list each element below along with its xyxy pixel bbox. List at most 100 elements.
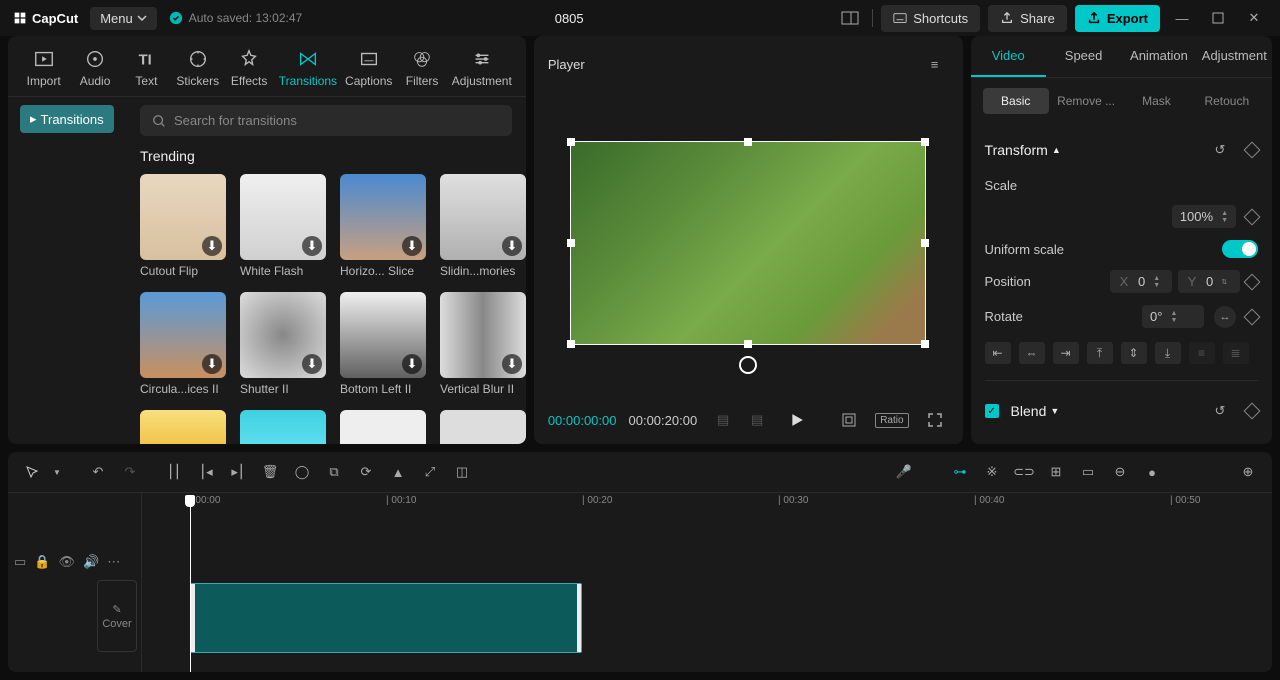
download-icon[interactable]: ⬇ — [402, 236, 422, 256]
timeline-tracks[interactable]: | 00:00 | 00:10 | 00:20 | 00:30 | 00:40 … — [142, 493, 1272, 672]
tab-text[interactable]: TIText — [123, 44, 170, 92]
rotate-input[interactable]: 0°▲▼ — [1142, 305, 1204, 328]
blend-checkbox[interactable]: ✓ — [985, 404, 999, 418]
eye-icon[interactable]: 👁 — [58, 554, 75, 570]
transition-card[interactable] — [240, 410, 326, 444]
uniform-toggle[interactable] — [1222, 240, 1258, 258]
download-icon[interactable]: ⬇ — [202, 236, 222, 256]
transition-card[interactable]: ⬇Horizo... Slice — [340, 174, 426, 278]
tab-transitions[interactable]: Transitions — [277, 44, 339, 92]
rotate-handle[interactable] — [739, 356, 757, 374]
tab-captions[interactable]: Captions — [343, 44, 394, 92]
transform-label[interactable]: Transform ▲ — [985, 142, 1061, 158]
export-button[interactable]: Export — [1075, 5, 1160, 32]
transition-card[interactable]: ⬇Vertical Blur II — [440, 292, 526, 396]
undo-icon[interactable]: ↶ — [84, 458, 112, 486]
mic-icon[interactable]: 🎤 — [890, 458, 918, 486]
redo-icon[interactable]: ↷ — [116, 458, 144, 486]
distribute-v-icon[interactable]: ≣ — [1223, 342, 1249, 364]
cover-button[interactable]: ✎ Cover — [97, 580, 137, 652]
more-icon[interactable]: ⋯ — [107, 554, 120, 570]
ratio-button[interactable]: Ratio — [875, 413, 908, 428]
mute-icon[interactable]: 🔊 — [83, 554, 99, 570]
tab-animation[interactable]: Animation — [1121, 36, 1196, 77]
marker-icon[interactable]: ◯ — [288, 458, 316, 486]
subtab-basic[interactable]: Basic — [983, 88, 1049, 114]
transition-card[interactable]: ⬇Cutout Flip — [140, 174, 226, 278]
rotate-icon[interactable]: ⤢ — [416, 458, 444, 486]
transition-card[interactable]: ⬇White Flash — [240, 174, 326, 278]
keyframe-icon[interactable] — [1244, 142, 1261, 159]
transition-card[interactable]: ⬇Slidin...mories — [440, 174, 526, 278]
tab-adjustment[interactable]: Adjustment — [450, 44, 514, 92]
zoom-out-icon[interactable]: ⊖ — [1106, 458, 1134, 486]
keyframe-icon[interactable] — [1244, 273, 1261, 290]
download-icon[interactable]: ⬇ — [302, 236, 322, 256]
select-tool[interactable] — [18, 458, 46, 486]
keyframe-icon[interactable] — [1244, 308, 1261, 325]
copy-icon[interactable]: ⧉ — [320, 458, 348, 486]
tab-speed[interactable]: Speed — [1046, 36, 1121, 77]
transition-card[interactable] — [140, 410, 226, 444]
link-icon[interactable]: ※ — [978, 458, 1006, 486]
zoom-in-icon[interactable]: ⊕ — [1234, 458, 1262, 486]
tab-effects[interactable]: Effects — [225, 44, 272, 92]
time-ruler[interactable]: | 00:00 | 00:10 | 00:20 | 00:30 | 00:40 … — [142, 493, 1272, 513]
download-icon[interactable]: ⬇ — [202, 354, 222, 374]
lock-icon[interactable]: 🔒 — [34, 554, 50, 570]
align-center-v-icon[interactable]: ⇕ — [1121, 342, 1147, 364]
share-button[interactable]: Share — [988, 5, 1067, 32]
transition-card[interactable] — [440, 410, 526, 444]
maximize-icon[interactable] — [1204, 4, 1232, 32]
position-y-input[interactable]: Y0⇅ — [1178, 270, 1240, 293]
download-icon[interactable]: ⬇ — [502, 236, 522, 256]
zoom-slider[interactable]: ● — [1138, 458, 1166, 486]
fullscreen-icon[interactable] — [921, 406, 949, 434]
list-icon[interactable]: ▤ — [709, 406, 737, 434]
download-icon[interactable]: ⬇ — [402, 354, 422, 374]
trim-right-icon[interactable]: ▸⎮ — [224, 458, 252, 486]
tab-video[interactable]: Video — [971, 36, 1046, 77]
tab-audio[interactable]: Audio — [71, 44, 118, 92]
transition-card[interactable]: ⬇Shutter II — [240, 292, 326, 396]
reset-icon[interactable]: ↺ — [1206, 136, 1234, 164]
tab-filters[interactable]: Filters — [398, 44, 445, 92]
split-icon[interactable]: ⎮⎮ — [160, 458, 188, 486]
project-title[interactable]: 0805 — [314, 11, 824, 26]
crop-icon[interactable]: ◫ — [448, 458, 476, 486]
reset-icon[interactable]: ↺ — [1206, 397, 1234, 425]
minimize-icon[interactable]: — — [1168, 4, 1196, 32]
mirror-h-icon[interactable]: ↔ — [1214, 306, 1236, 328]
align-center-h-icon[interactable]: ⇔ — [1019, 342, 1045, 364]
mirror-icon[interactable]: ▲ — [384, 458, 412, 486]
track-settings-icon[interactable]: ▭ — [14, 554, 26, 570]
download-icon[interactable]: ⬇ — [502, 354, 522, 374]
scale-input[interactable]: 100%▲▼ — [1172, 205, 1236, 228]
transition-card[interactable]: ⬇Circula...ices II — [140, 292, 226, 396]
search-input[interactable]: Search for transitions — [140, 105, 512, 136]
subtab-retouch[interactable]: Retouch — [1194, 88, 1260, 114]
close-icon[interactable]: ✕ — [1240, 4, 1268, 32]
align-left-icon[interactable]: ⇤ — [985, 342, 1011, 364]
transition-card[interactable]: ⬇Bottom Left II — [340, 292, 426, 396]
snap-icon[interactable]: ⊂⊃ — [1010, 458, 1038, 486]
video-clip[interactable] — [190, 583, 582, 653]
tab-import[interactable]: Import — [20, 44, 67, 92]
play-button[interactable] — [783, 406, 811, 434]
reverse-icon[interactable]: ⟳ — [352, 458, 380, 486]
layout-icon[interactable] — [836, 4, 864, 32]
menu-button[interactable]: Menu — [90, 7, 157, 30]
dropdown-icon[interactable]: ▼ — [50, 458, 64, 486]
transition-card[interactable] — [340, 410, 426, 444]
tab-stickers[interactable]: Stickers — [174, 44, 221, 92]
align-bottom-icon[interactable]: ⤓ — [1155, 342, 1181, 364]
delete-icon[interactable]: 🗑 — [256, 458, 284, 486]
distribute-h-icon[interactable]: ≡ — [1189, 342, 1215, 364]
subtab-mask[interactable]: Mask — [1123, 88, 1189, 114]
keyframe-icon[interactable] — [1244, 403, 1261, 420]
sidebar-transitions[interactable]: ▸ Transitions — [20, 105, 114, 133]
magnet-icon[interactable]: ⊶ — [946, 458, 974, 486]
video-preview[interactable] — [544, 88, 953, 398]
list-icon[interactable]: ▤ — [743, 406, 771, 434]
blend-label[interactable]: ✓Blend ▼ — [985, 403, 1060, 419]
